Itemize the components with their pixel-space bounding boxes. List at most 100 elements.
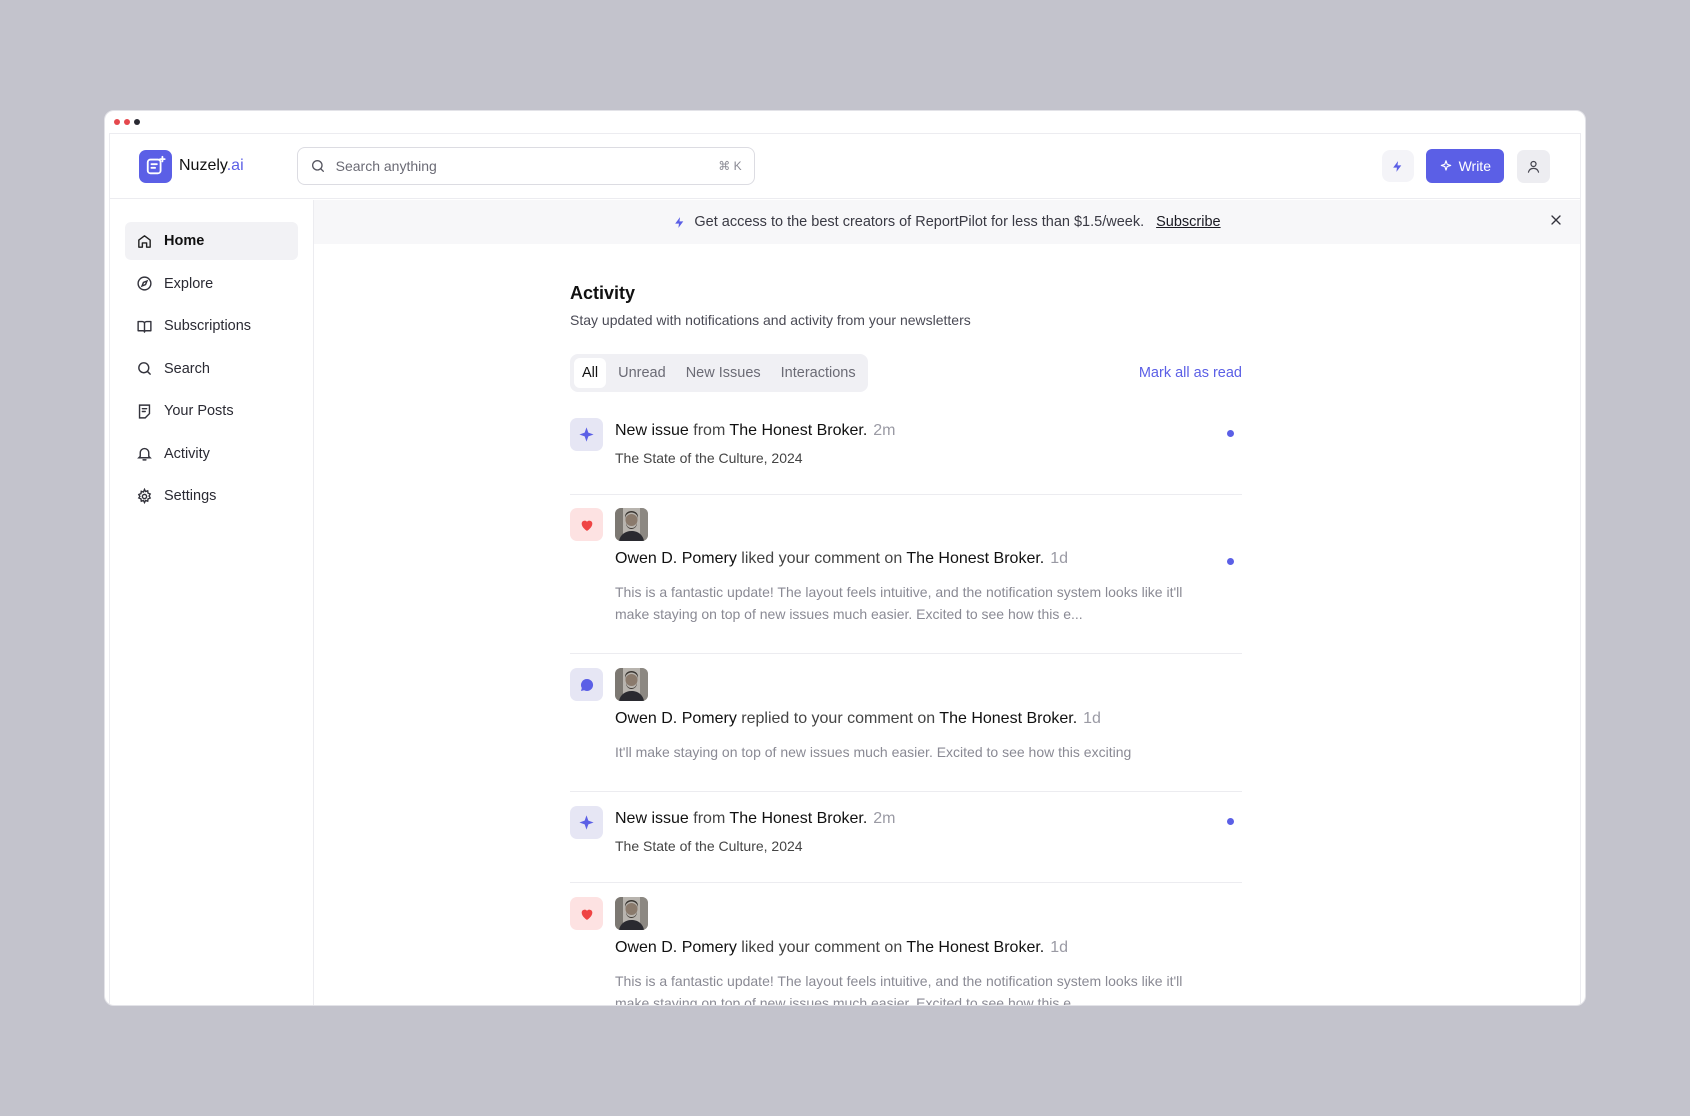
logo-icon bbox=[139, 149, 172, 183]
promo-banner: Get access to the best creators of Repor… bbox=[314, 200, 1580, 244]
search-icon bbox=[311, 160, 324, 172]
minimize-window-dot[interactable] bbox=[124, 119, 130, 125]
bell-icon bbox=[137, 447, 152, 461]
search-bar[interactable]: Search anything ⌘ K bbox=[296, 147, 755, 185]
sparkle-icon bbox=[579, 815, 594, 830]
tab-interactions[interactable]: Interactions bbox=[773, 358, 864, 388]
activity-section: Activity Stay updated with notifications… bbox=[570, 283, 1242, 1006]
tab-all[interactable]: All bbox=[574, 358, 607, 388]
reply-excerpt: It'll make staying on top of new issues … bbox=[615, 744, 1132, 760]
sidebar-item-label: Explore bbox=[164, 275, 214, 292]
search-shortcut: ⌘ K bbox=[718, 159, 742, 173]
unread-indicator bbox=[1227, 818, 1234, 825]
app-frame: Nuzely.ai Search anything ⌘ K Write Home… bbox=[109, 133, 1581, 1005]
sidebar-item-label: Settings bbox=[164, 488, 217, 504]
filter-row: All Unread New Issues Interactions Mark … bbox=[570, 354, 1242, 392]
maximize-window-dot[interactable] bbox=[134, 119, 140, 125]
sidebar-item-label: Home bbox=[164, 233, 205, 249]
sidebar: Home Explore Subscriptions Search Your P… bbox=[110, 200, 314, 1005]
sidebar-item-search[interactable]: Search bbox=[125, 350, 298, 388]
bolt-icon bbox=[675, 216, 684, 228]
bolt-icon bbox=[1393, 160, 1402, 172]
sparkle-badge bbox=[570, 806, 603, 839]
header-actions: Write bbox=[1381, 149, 1550, 183]
sidebar-item-home[interactable]: Home bbox=[125, 222, 298, 260]
heart-icon bbox=[581, 909, 592, 920]
posts-icon bbox=[138, 403, 151, 419]
top-bar: Nuzely.ai Search anything ⌘ K Write bbox=[110, 134, 1580, 199]
book-icon bbox=[137, 320, 152, 333]
activity-item[interactable]: Owen D. Pomery replied to your comment o… bbox=[570, 668, 1242, 792]
search-icon bbox=[138, 362, 151, 375]
sidebar-item-settings[interactable]: Settings bbox=[125, 477, 298, 515]
write-button[interactable]: Write bbox=[1425, 149, 1504, 183]
filter-tabs: All Unread New Issues Interactions bbox=[570, 354, 868, 392]
user-avatar-button[interactable] bbox=[1517, 149, 1550, 183]
activity-headline: New issue from The Honest Broker. 2m bbox=[615, 422, 896, 439]
issue-title: The State of the Culture, 2024 bbox=[615, 838, 803, 854]
tab-new-issues[interactable]: New Issues bbox=[678, 358, 769, 388]
tab-unread[interactable]: Unread bbox=[610, 358, 674, 388]
logo[interactable]: Nuzely.ai bbox=[139, 149, 244, 183]
avatar[interactable] bbox=[615, 668, 648, 701]
user-link[interactable]: Owen D. Pomery bbox=[615, 939, 737, 956]
heart-badge bbox=[570, 508, 603, 541]
close-window-dot[interactable] bbox=[114, 119, 120, 125]
heart-badge bbox=[570, 897, 603, 930]
user-photo bbox=[615, 508, 648, 541]
sidebar-item-label: Activity bbox=[164, 445, 210, 462]
activity-headline: Owen D. Pomery liked your comment on The… bbox=[615, 939, 1069, 956]
page-title: Activity bbox=[570, 283, 636, 303]
window-controls bbox=[105, 111, 1585, 133]
activity-headline: Owen D. Pomery liked your comment on The… bbox=[615, 550, 1069, 567]
publication-link[interactable]: The Honest Broker. bbox=[729, 422, 867, 439]
avatar[interactable] bbox=[615, 897, 648, 930]
close-icon[interactable] bbox=[1548, 212, 1564, 228]
mark-all-read-button[interactable]: Mark all as read bbox=[1139, 365, 1242, 381]
unread-indicator bbox=[1227, 430, 1234, 437]
heart-icon bbox=[581, 520, 592, 531]
main-panel: Get access to the best creators of Repor… bbox=[314, 200, 1580, 1005]
publication-link[interactable]: The Honest Broker. bbox=[906, 939, 1044, 956]
app-window: Nuzely.ai Search anything ⌘ K Write Home… bbox=[104, 110, 1586, 1006]
user-link[interactable]: Owen D. Pomery bbox=[615, 710, 737, 727]
issue-title: The State of the Culture, 2024 bbox=[615, 450, 803, 466]
user-icon bbox=[1527, 160, 1540, 173]
user-photo bbox=[615, 897, 648, 930]
sparkle-icon bbox=[579, 427, 594, 442]
brand-name: Nuzely.ai bbox=[179, 157, 244, 174]
sidebar-item-subscriptions[interactable]: Subscriptions bbox=[125, 307, 298, 345]
sidebar-item-your-posts[interactable]: Your Posts bbox=[125, 392, 298, 430]
sparkle-icon bbox=[1440, 160, 1451, 171]
gear-icon bbox=[137, 487, 152, 504]
activity-item[interactable]: Owen D. Pomery liked your comment on The… bbox=[570, 897, 1242, 1006]
sidebar-item-label: Subscriptions bbox=[164, 318, 252, 334]
home-icon bbox=[138, 234, 151, 248]
activity-item[interactable]: New issue from The Honest Broker. 2m The … bbox=[570, 418, 1242, 495]
sidebar-item-label: Search bbox=[164, 360, 210, 377]
publication-link[interactable]: The Honest Broker. bbox=[729, 810, 867, 827]
write-button-label: Write bbox=[1458, 158, 1491, 174]
banner-text: Get access to the best creators of Repor… bbox=[694, 214, 1145, 230]
avatar[interactable] bbox=[615, 508, 648, 541]
unread-indicator bbox=[1227, 558, 1234, 565]
activity-headline: Owen D. Pomery replied to your comment o… bbox=[615, 710, 1101, 727]
sidebar-item-activity[interactable]: Activity bbox=[125, 435, 298, 473]
chat-bubble-icon bbox=[580, 678, 593, 691]
upgrade-button[interactable] bbox=[1381, 150, 1414, 182]
publication-link[interactable]: The Honest Broker. bbox=[906, 550, 1044, 567]
sidebar-item-explore[interactable]: Explore bbox=[125, 265, 298, 303]
user-photo bbox=[615, 668, 648, 701]
comment-excerpt: This is a fantastic update! The layout f… bbox=[615, 584, 1183, 622]
subscribe-link[interactable]: Subscribe bbox=[1156, 214, 1220, 230]
activity-item[interactable]: Owen D. Pomery liked your comment on The… bbox=[570, 508, 1242, 654]
page-subtitle: Stay updated with notifications and acti… bbox=[570, 312, 971, 328]
sidebar-item-label: Your Posts bbox=[164, 403, 234, 419]
activity-feed: New issue from The Honest Broker. 2m The … bbox=[570, 418, 1242, 1006]
activity-item[interactable]: New issue from The Honest Broker. 2m The … bbox=[570, 806, 1242, 883]
comment-excerpt: This is a fantastic update! The layout f… bbox=[615, 973, 1183, 1006]
user-link[interactable]: Owen D. Pomery bbox=[615, 550, 737, 567]
search-input[interactable]: Search anything bbox=[336, 158, 709, 174]
publication-link[interactable]: The Honest Broker. bbox=[939, 710, 1077, 727]
app-body: Home Explore Subscriptions Search Your P… bbox=[110, 200, 1580, 1005]
